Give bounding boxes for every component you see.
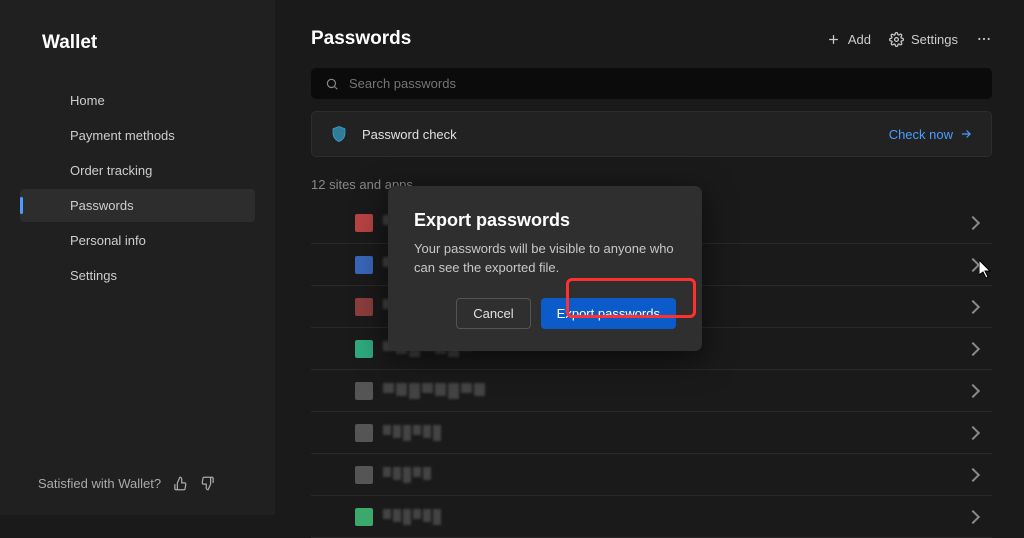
sidebar-title: Wallet <box>0 0 275 82</box>
site-name-obscured <box>383 425 441 441</box>
chevron-right-icon <box>966 257 980 271</box>
thumbs-up-icon[interactable] <box>173 476 188 491</box>
site-name-obscured <box>383 467 431 483</box>
footer-text: Satisfied with Wallet? <box>38 476 161 491</box>
plus-icon <box>826 32 841 47</box>
chevron-right-icon <box>966 383 980 397</box>
password-row[interactable] <box>311 412 992 454</box>
chevron-right-icon <box>966 467 980 481</box>
shield-icon <box>330 124 348 144</box>
site-name-obscured <box>383 509 441 525</box>
sidebar-item-settings[interactable]: Settings <box>20 259 255 292</box>
favicon <box>355 340 373 358</box>
favicon <box>355 466 373 484</box>
sidebar-item-order-tracking[interactable]: Order tracking <box>20 154 255 187</box>
cancel-button[interactable]: Cancel <box>456 298 530 329</box>
password-row[interactable] <box>311 370 992 412</box>
favicon <box>355 382 373 400</box>
sidebar-items: Home Payment methods Order tracking Pass… <box>0 82 275 458</box>
export-passwords-button[interactable]: Export passwords <box>541 298 676 329</box>
gear-icon <box>889 32 904 47</box>
password-check-card: Password check Check now <box>311 111 992 157</box>
site-name-obscured <box>383 383 485 399</box>
password-check-label: Password check <box>362 127 889 142</box>
favicon <box>355 298 373 316</box>
password-row[interactable] <box>311 454 992 496</box>
chevron-right-icon <box>966 299 980 313</box>
favicon <box>355 214 373 232</box>
favicon <box>355 424 373 442</box>
chevron-right-icon <box>966 425 980 439</box>
sidebar-item-personal-info[interactable]: Personal info <box>20 224 255 257</box>
sidebar-item-passwords[interactable]: Passwords <box>20 189 255 222</box>
sidebar-item-payment-methods[interactable]: Payment methods <box>20 119 255 152</box>
password-row[interactable] <box>311 496 992 538</box>
thumbs-down-icon[interactable] <box>200 476 215 491</box>
more-button[interactable] <box>976 31 992 47</box>
sidebar-footer: Satisfied with Wallet? <box>0 458 275 515</box>
favicon <box>355 256 373 274</box>
export-passwords-dialog: Export passwords Your passwords will be … <box>388 186 702 351</box>
search-icon <box>325 77 339 91</box>
dialog-body: Your passwords will be visible to anyone… <box>414 240 676 278</box>
chevron-right-icon <box>966 215 980 229</box>
dots-icon <box>976 31 992 47</box>
main-header: Passwords Add Settings <box>311 28 992 50</box>
add-button[interactable]: Add <box>826 32 871 47</box>
check-now-link[interactable]: Check now <box>889 127 973 142</box>
chevron-right-icon <box>966 341 980 355</box>
page-title: Passwords <box>311 28 411 50</box>
search-input[interactable] <box>349 76 978 91</box>
favicon <box>355 508 373 526</box>
search-bar[interactable] <box>311 68 992 99</box>
sidebar-item-home[interactable]: Home <box>20 84 255 117</box>
dialog-title: Export passwords <box>414 210 676 231</box>
chevron-right-icon <box>966 509 980 523</box>
arrow-right-icon <box>959 127 973 141</box>
settings-button[interactable]: Settings <box>889 32 958 47</box>
sidebar: Wallet Home Payment methods Order tracki… <box>0 0 275 515</box>
